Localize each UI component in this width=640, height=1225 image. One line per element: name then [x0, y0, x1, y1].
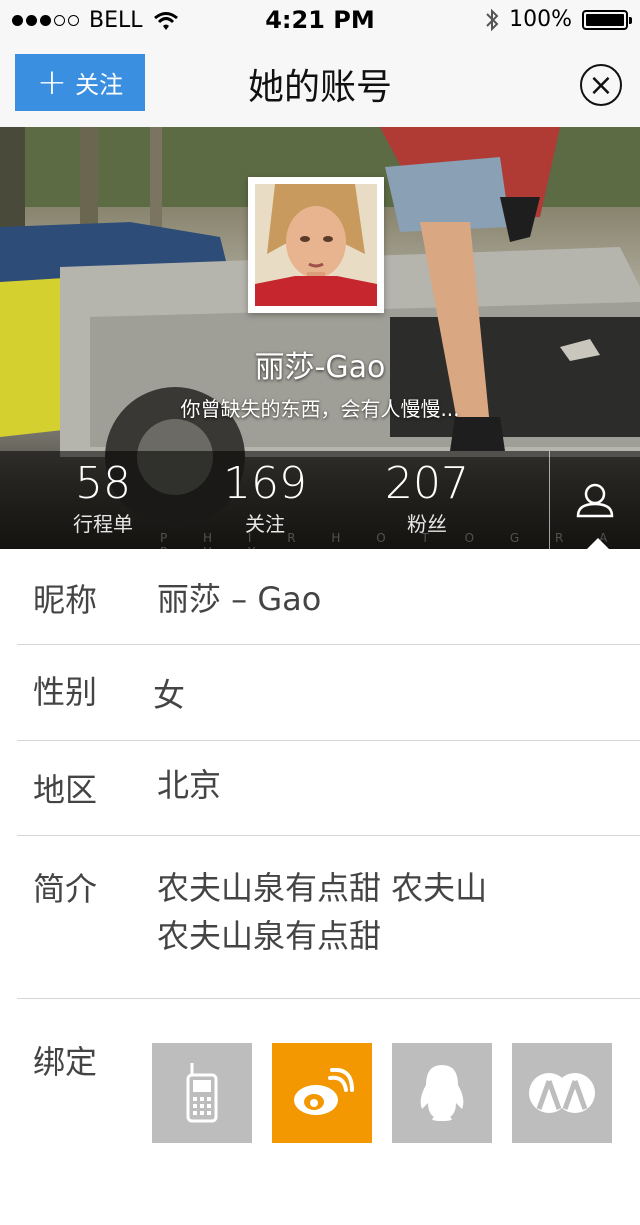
close-icon: ×: [588, 67, 614, 103]
info-row-bind: 绑定: [17, 999, 640, 1143]
info-row-region: 地区 北京: [17, 741, 640, 836]
qq-icon: [420, 1065, 464, 1121]
profile-name: 丽莎-Gao: [254, 350, 386, 385]
avatar-portrait: [255, 184, 377, 306]
bind-renren-button[interactable]: [512, 1043, 612, 1143]
stat-followers[interactable]: 207 粉丝: [357, 457, 497, 537]
bind-label: 绑定: [33, 1043, 98, 1081]
profile-info-list: 昵称 丽莎 – Gao 性别 女 地区 北京 简介 农夫山泉有点甜 农夫山 农夫…: [0, 549, 640, 1143]
weibo-icon: [294, 1068, 354, 1115]
bind-phone-button[interactable]: [152, 1043, 252, 1143]
status-right: 100%: [485, 7, 632, 32]
battery-level-fill: [586, 13, 624, 26]
stat-number: 207: [385, 458, 469, 509]
user-icon: [576, 483, 614, 518]
info-row-nickname: 昵称 丽莎 – Gao: [17, 549, 640, 645]
gender-value: 女: [153, 676, 186, 714]
stat-number: 58: [75, 458, 131, 509]
page-title: 她的账号: [247, 67, 392, 108]
profile-header: 丽莎-Gao 你曾缺失的东西，会有人慢慢... 58 行程单 169 关注 20…: [0, 127, 640, 549]
gender-label: 性别: [33, 673, 98, 711]
bind-accounts: [152, 1043, 612, 1143]
avatar[interactable]: [248, 177, 384, 313]
intro-value: 农夫山泉有点甜 农夫山 农夫山泉有点甜: [157, 864, 487, 960]
nickname-value: 丽莎 – Gao: [157, 580, 322, 618]
phone-icon: [186, 1063, 218, 1123]
region-value: 北京: [157, 766, 222, 804]
renren-icon: [529, 1073, 595, 1113]
nav-bar: + 关注 她的账号 ×: [0, 40, 640, 127]
intro-line: 农夫山泉有点甜 农夫山: [157, 869, 488, 907]
stat-number: 169: [223, 458, 307, 509]
profile-bio: 你曾缺失的东西，会有人慢慢...: [180, 397, 460, 421]
region-label: 地区: [33, 771, 98, 809]
info-row-gender: 性别 女: [17, 645, 640, 741]
bind-weibo-button[interactable]: [272, 1043, 372, 1143]
avatar-image: [255, 184, 377, 306]
nickname-label: 昵称: [33, 581, 98, 619]
battery-icon: [582, 9, 632, 30]
bluetooth-icon: [486, 8, 499, 31]
intro-label: 简介: [33, 870, 98, 908]
stat-label: 行程单: [73, 512, 133, 536]
stat-itineraries[interactable]: 58 行程单: [33, 457, 173, 537]
info-row-intro: 简介 农夫山泉有点甜 农夫山 农夫山泉有点甜: [17, 836, 640, 999]
bind-qq-button[interactable]: [392, 1043, 492, 1143]
stat-following[interactable]: 169 关注: [195, 457, 335, 537]
battery-percent: 100%: [509, 7, 572, 32]
cover-watermark: P H I R H O T O G R A P H Y: [160, 531, 624, 549]
close-button[interactable]: ×: [580, 64, 622, 106]
status-bar: BELL 4:21 PM 100%: [0, 0, 640, 40]
intro-line: 农夫山泉有点甜: [157, 917, 382, 955]
